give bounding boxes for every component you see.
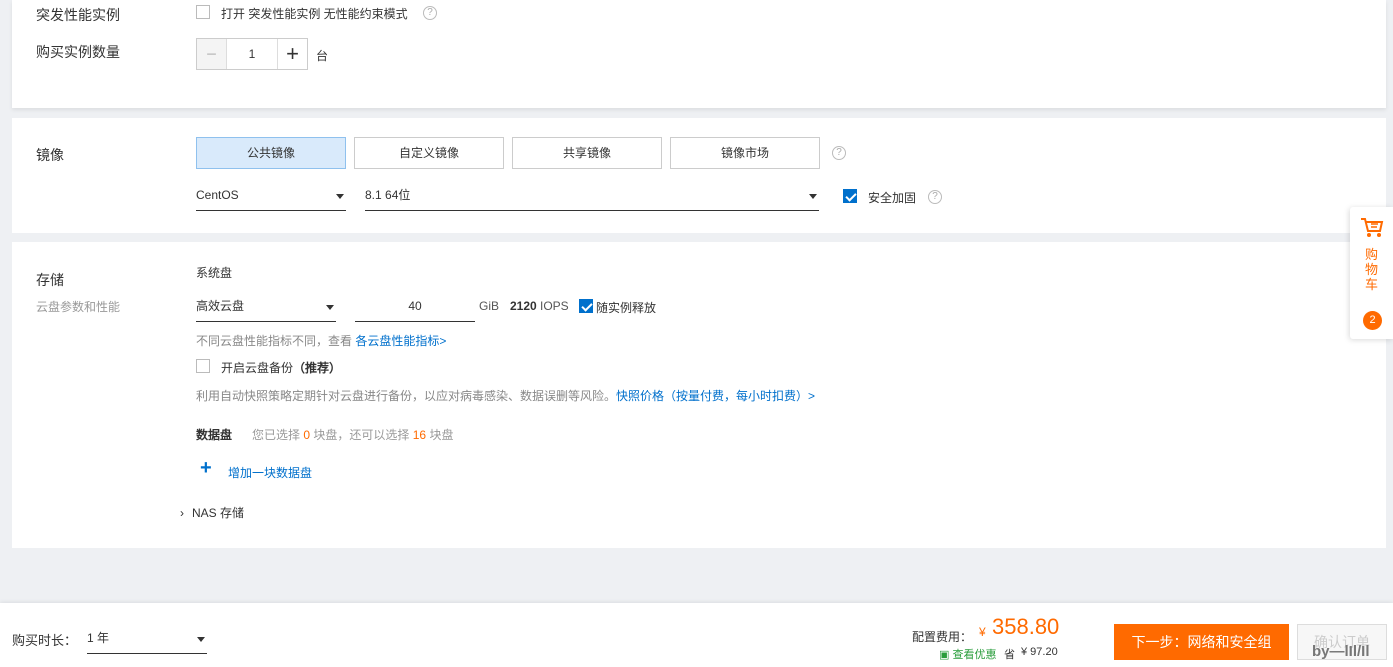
disk-type-select[interactable]: 高效云盘 [196, 292, 336, 322]
disk-unit: GiB [479, 299, 500, 313]
duration-value: 1 年 [87, 631, 110, 645]
cart-icon [1361, 218, 1384, 237]
cart-count-badge: 2 [1363, 311, 1382, 330]
snapshot-price-link[interactable]: 快照价格（按量付费，每小时扣费）> [616, 389, 815, 403]
tab-public-image[interactable]: 公共镜像 [196, 137, 346, 169]
system-disk-label: 系统盘 [196, 266, 233, 280]
nas-storage-toggle[interactable]: › NAS 存储 [180, 504, 244, 521]
data-disk-remaining-count: 16 [412, 428, 427, 442]
gift-icon: ▣ [939, 649, 950, 661]
backup-note-text: 利用自动快照策略定期针对云盘进行备份，以应对病毒感染、数据误删等风险。 [196, 389, 617, 403]
cost-label: 配置费用： [912, 630, 973, 644]
chevron-right-icon: › [180, 506, 184, 520]
next-step-button[interactable]: 下一步：网络和安全组 [1114, 624, 1289, 660]
price-currency: ¥ [979, 625, 986, 639]
data-disk-status: 您已选择 0 块盘，还可以选择 16 块盘 [252, 426, 453, 443]
disk-backup-checkbox[interactable] [196, 359, 210, 373]
data-disk-text-1: 您已选择 [252, 428, 301, 442]
tab-custom-image[interactable]: 自定义镜像 [354, 137, 504, 169]
plus-icon: + [200, 457, 212, 479]
add-data-disk-label: 增加一块数据盘 [228, 466, 313, 480]
backup-note: 利用自动快照策略定期针对云盘进行备份，以应对病毒感染、数据误删等风险。快照价格（… [196, 387, 815, 404]
data-disk-selected-count: 0 [303, 428, 311, 442]
nas-storage-label: NAS 存储 [192, 506, 245, 520]
security-help-icon[interactable]: ? [928, 190, 942, 204]
version-select[interactable]: 8.1 64位 [365, 181, 819, 211]
perf-note-text: 不同云盘性能指标不同，查看 [196, 334, 353, 348]
tab-shared-image[interactable]: 共享镜像 [512, 137, 662, 169]
disk-size-input[interactable]: 40 [355, 292, 475, 322]
disk-backup-label-text: 开启云盘备份 [221, 361, 294, 375]
burst-mode-checkbox[interactable] [196, 5, 210, 19]
burst-help-icon[interactable]: ? [423, 6, 437, 20]
chevron-down-icon [809, 194, 817, 199]
quantity-decrement-button[interactable]: − [197, 39, 227, 69]
view-discount-label: 查看优惠 [952, 649, 997, 661]
cart-label: 购物车 [1365, 247, 1379, 292]
duration-label: 购买时长： [12, 633, 78, 648]
watermark: by—lIl/Il [1312, 643, 1370, 660]
disk-backup-label: 开启云盘备份（推荐） [221, 359, 341, 376]
security-hardening-label: 安全加固 [868, 191, 917, 205]
view-discount-link[interactable]: ▣ 查看优惠 [939, 646, 996, 662]
storage-card: 存储 云盘参数和性能 系统盘 高效云盘 40 GiB 2120 IOPS 随实例… [12, 242, 1386, 548]
disk-backup-recommend: （推荐） [293, 361, 342, 375]
version-select-value: 8.1 64位 [365, 188, 411, 202]
data-disk-label: 数据盘 [196, 428, 233, 442]
quantity-label: 购买实例数量 [36, 44, 120, 60]
quantity-increment-button[interactable]: + [277, 39, 307, 69]
quantity-input[interactable]: 1 [227, 39, 277, 69]
iops-value: 2120 [510, 299, 537, 313]
image-card: 镜像 公共镜像 自定义镜像 共享镜像 镜像市场 ? CentOS 8.1 64位… [12, 118, 1386, 233]
release-with-instance-label: 随实例释放 [596, 301, 657, 315]
storage-section-subtitle: 云盘参数和性能 [36, 300, 121, 314]
quantity-unit: 台 [316, 49, 329, 63]
storage-section-title: 存储 [36, 272, 64, 288]
order-footer: 购买时长： 1 年 配置费用： ¥ 358.80 ▣ 查看优惠 省 ¥ 97.2… [0, 603, 1393, 667]
burst-instance-label: 突发性能实例 [36, 7, 120, 23]
chevron-down-icon [326, 305, 334, 310]
burst-mode-checkbox-label: 打开 突发性能实例 无性能约束模式 [221, 7, 408, 21]
price-amount: 358.80 [992, 614, 1060, 639]
iops-unit: IOPS [540, 299, 569, 313]
image-section-title: 镜像 [36, 147, 64, 163]
save-amount: ¥ 97.20 [1021, 646, 1058, 658]
perf-metrics-link[interactable]: 各云盘性能指标> [355, 334, 446, 348]
os-select-value: CentOS [196, 188, 239, 202]
chevron-down-icon [197, 637, 205, 642]
duration-select[interactable]: 1 年 [87, 624, 207, 654]
instance-card: 突发性能实例 打开 突发性能实例 无性能约束模式 ? 购买实例数量 − 1 + … [12, 0, 1386, 108]
shopping-cart-widget[interactable]: 购物车 2 [1350, 207, 1393, 339]
tab-image-market[interactable]: 镜像市场 [670, 137, 820, 169]
quantity-stepper: − 1 + [196, 38, 308, 70]
chevron-down-icon [336, 194, 344, 199]
data-disk-text-3: 块盘 [429, 428, 454, 442]
security-hardening-checkbox[interactable] [843, 189, 857, 203]
release-with-instance-checkbox[interactable] [579, 299, 593, 313]
data-disk-text-2: 块盘，还可以选择 [313, 428, 410, 442]
os-select[interactable]: CentOS [196, 181, 346, 211]
perf-note: 不同云盘性能指标不同，查看 各云盘性能指标> [196, 332, 446, 349]
image-help-icon[interactable]: ? [832, 146, 846, 160]
disk-type-value: 高效云盘 [196, 299, 245, 313]
save-label: 省 [1004, 649, 1015, 661]
